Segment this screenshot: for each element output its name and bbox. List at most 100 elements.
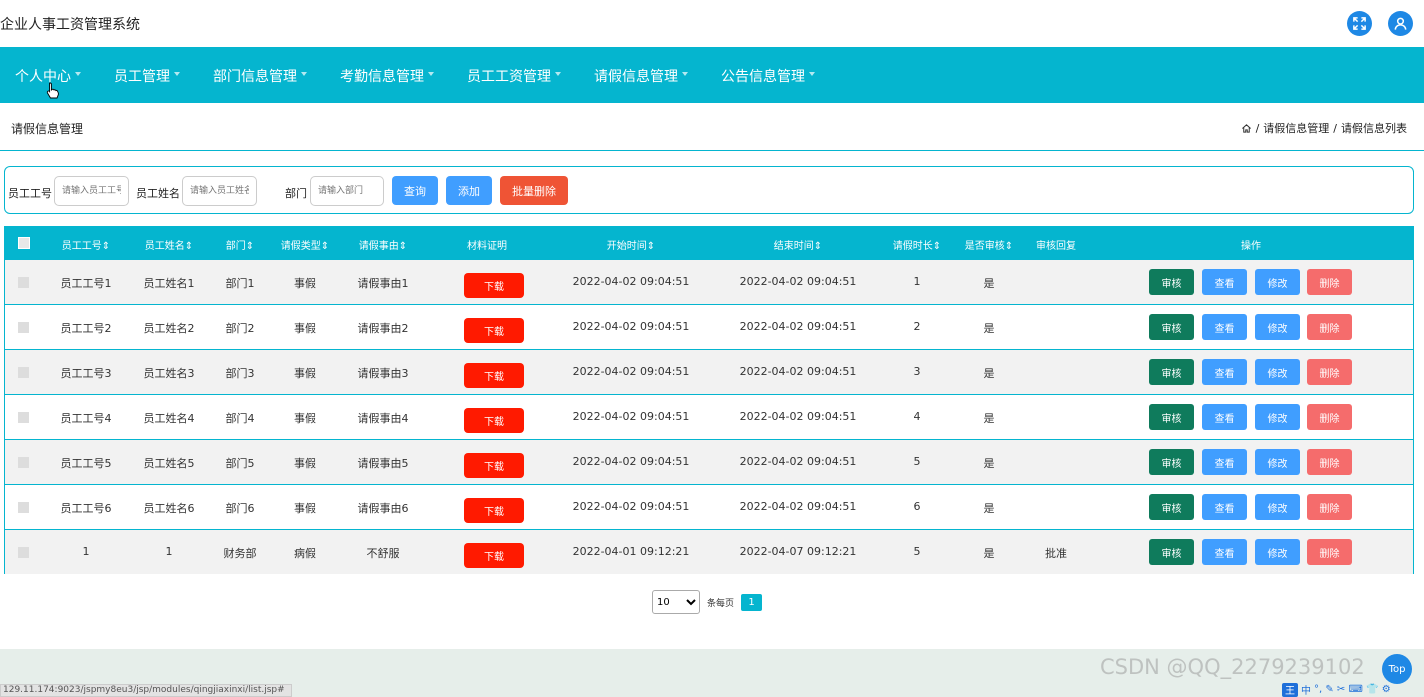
delete-button[interactable]: 删除 xyxy=(1307,269,1352,295)
edit-button[interactable]: 修改 xyxy=(1255,359,1300,385)
cell-duration: 3 xyxy=(913,365,921,378)
add-button[interactable]: 添加 xyxy=(446,176,492,205)
audit-button[interactable]: 审核 xyxy=(1149,359,1194,385)
th-dept[interactable]: 部门⇕ xyxy=(226,237,254,252)
view-button[interactable]: 查看 xyxy=(1202,314,1247,340)
download-button[interactable]: 下载 xyxy=(464,453,524,478)
cell-dept: 部门3 xyxy=(225,367,255,380)
view-button[interactable]: 查看 xyxy=(1202,494,1247,520)
table-row: 员工工号3 员工姓名3 部门3 事假 请假事由3 2022-04-02 09:04:51 2… xyxy=(5,349,1413,394)
cell-end-time: 2022-04-02 09:04:51 xyxy=(739,320,857,333)
breadcrumb-item-leave-management[interactable]: 请假信息管理 xyxy=(1263,120,1329,136)
cell-leave-type: 事假 xyxy=(294,457,316,470)
row-checkbox[interactable] xyxy=(18,322,29,333)
audit-button[interactable]: 审核 xyxy=(1149,494,1194,520)
cell-dept: 部门2 xyxy=(225,322,255,335)
ime-tool-icons[interactable]: °, ✎ ✂ ⌨ 👕 ⚙ xyxy=(1314,684,1391,695)
row-checkbox[interactable] xyxy=(18,277,29,288)
row-checkbox[interactable] xyxy=(18,367,29,378)
cell-audited: 是 xyxy=(983,277,995,290)
delete-button[interactable]: 删除 xyxy=(1307,314,1352,340)
nav-item-leave[interactable]: 请假信息管理 xyxy=(594,66,688,86)
page-number-current[interactable]: 1 xyxy=(741,593,763,611)
ime-logo[interactable]: 王 xyxy=(1282,682,1298,697)
dept-input[interactable] xyxy=(310,176,384,206)
chevron-down-icon xyxy=(809,72,815,76)
pagination: 102050 条每页 1 xyxy=(652,590,763,614)
row-checkbox[interactable] xyxy=(18,457,29,468)
th-emp-name[interactable]: 员工姓名⇕ xyxy=(145,237,193,252)
breadcrumb-item-leave-list: 请假信息列表 xyxy=(1341,122,1407,135)
nav-item-notice[interactable]: 公告信息管理 xyxy=(721,66,815,86)
view-button[interactable]: 查看 xyxy=(1202,449,1247,475)
download-button[interactable]: 下载 xyxy=(464,498,524,523)
cell-dept: 部门5 xyxy=(225,457,255,470)
audit-button[interactable]: 审核 xyxy=(1149,314,1194,340)
audit-button[interactable]: 审核 xyxy=(1149,269,1194,295)
audit-button[interactable]: 审核 xyxy=(1149,449,1194,475)
nav-item-salary[interactable]: 员工工资管理 xyxy=(467,66,561,86)
view-button[interactable]: 查看 xyxy=(1202,359,1247,385)
row-checkbox[interactable] xyxy=(18,412,29,423)
th-end-time[interactable]: 结束时间⇕ xyxy=(774,237,822,252)
audit-button[interactable]: 审核 xyxy=(1149,539,1194,565)
emp-name-input[interactable] xyxy=(182,176,257,206)
query-button[interactable]: 查询 xyxy=(392,176,438,205)
cell-start-time: 2022-04-02 09:04:51 xyxy=(572,365,690,378)
page-header: 请假信息管理 / 请假信息管理 / 请假信息列表 xyxy=(0,103,1424,151)
edit-button[interactable]: 修改 xyxy=(1255,494,1300,520)
download-button[interactable]: 下载 xyxy=(464,273,524,298)
view-button[interactable]: 查看 xyxy=(1202,269,1247,295)
delete-button[interactable]: 删除 xyxy=(1307,494,1352,520)
row-checkbox[interactable] xyxy=(18,547,29,558)
emp-no-input[interactable] xyxy=(54,176,129,206)
edit-button[interactable]: 修改 xyxy=(1255,539,1300,565)
cell-audited: 是 xyxy=(983,367,995,380)
ime-mode-indicator[interactable]: 中 xyxy=(1301,682,1311,697)
th-leave-type[interactable]: 请假类型⇕ xyxy=(281,237,329,252)
cell-emp-name: 员工姓名1 xyxy=(143,277,195,290)
download-button[interactable]: 下载 xyxy=(464,543,524,568)
nav-item-employee[interactable]: 员工管理 xyxy=(114,66,180,86)
delete-button[interactable]: 删除 xyxy=(1307,449,1352,475)
cell-leave-type: 病假 xyxy=(294,547,316,560)
th-audit-reply: 审核回复 xyxy=(1036,241,1076,252)
view-button[interactable]: 查看 xyxy=(1202,539,1247,565)
edit-button[interactable]: 修改 xyxy=(1255,314,1300,340)
download-button[interactable]: 下载 xyxy=(464,318,524,343)
home-icon[interactable] xyxy=(1241,123,1252,134)
batch-delete-button[interactable]: 批量删除 xyxy=(500,176,568,205)
cell-audit-reply: 批准 xyxy=(1045,547,1067,560)
download-button[interactable]: 下载 xyxy=(464,408,524,433)
nav-item-attendance[interactable]: 考勤信息管理 xyxy=(340,66,434,86)
delete-button[interactable]: 删除 xyxy=(1307,359,1352,385)
delete-button[interactable]: 删除 xyxy=(1307,539,1352,565)
top-header: 企业人事工资管理系统 xyxy=(0,0,1424,47)
audit-button[interactable]: 审核 xyxy=(1149,404,1194,430)
download-button[interactable]: 下载 xyxy=(464,363,524,388)
th-audited[interactable]: 是否审核⇕ xyxy=(965,237,1013,252)
cell-start-time: 2022-04-02 09:04:51 xyxy=(572,275,690,288)
fullscreen-icon[interactable] xyxy=(1347,11,1372,36)
delete-button[interactable]: 删除 xyxy=(1307,404,1352,430)
th-emp-no[interactable]: 员工工号⇕ xyxy=(62,237,110,252)
view-button[interactable]: 查看 xyxy=(1202,404,1247,430)
cell-end-time: 2022-04-02 09:04:51 xyxy=(739,500,857,513)
user-avatar-icon[interactable] xyxy=(1388,11,1413,36)
th-start-time[interactable]: 开始时间⇕ xyxy=(607,237,655,252)
edit-button[interactable]: 修改 xyxy=(1255,404,1300,430)
cell-leave-type: 事假 xyxy=(294,322,316,335)
cell-leave-reason: 请假事由1 xyxy=(357,277,409,290)
th-duration[interactable]: 请假时长⇕ xyxy=(893,237,941,252)
csdn-watermark: CSDN @QQ_2279239102 xyxy=(1100,655,1365,679)
back-to-top-button[interactable]: Top xyxy=(1382,654,1412,684)
th-leave-reason[interactable]: 请假事由⇕ xyxy=(359,237,407,252)
nav-item-department[interactable]: 部门信息管理 xyxy=(213,66,307,86)
edit-button[interactable]: 修改 xyxy=(1255,269,1300,295)
page-size-select[interactable]: 102050 xyxy=(652,590,700,614)
per-page-label: 条每页 xyxy=(707,598,735,609)
row-checkbox[interactable] xyxy=(18,502,29,513)
select-all-checkbox[interactable] xyxy=(18,237,30,249)
edit-button[interactable]: 修改 xyxy=(1255,449,1300,475)
table-row: 员工工号2 员工姓名2 部门2 事假 请假事由2 2022-04-02 09:04:51 2… xyxy=(5,304,1413,349)
